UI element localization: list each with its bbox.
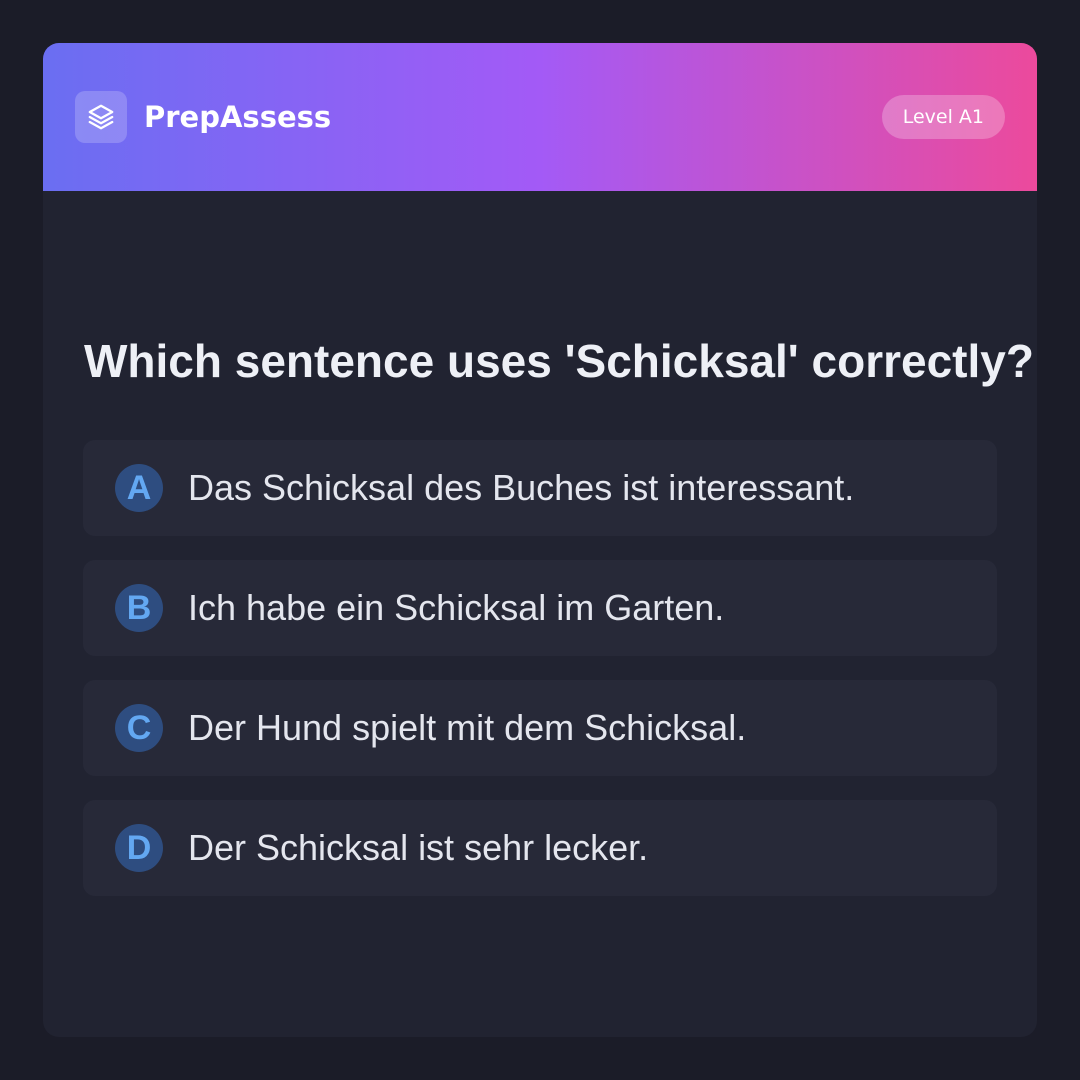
option-text: Das Schicksal des Buches ist interessant…	[188, 467, 855, 508]
option-a[interactable]: A Das Schicksal des Buches ist interessa…	[83, 440, 997, 536]
question-text: Which sentence uses 'Schicksal' correctl…	[84, 335, 1034, 387]
option-text: Der Schicksal ist sehr lecker.	[188, 827, 649, 868]
option-letter-badge: D	[115, 824, 163, 872]
quiz-card: PrepAssess Level A1 Which sentence uses …	[43, 43, 1037, 1037]
option-b[interactable]: B Ich habe ein Schicksal im Garten.	[83, 560, 997, 656]
option-letter-badge: A	[115, 464, 163, 512]
logo	[75, 91, 127, 143]
answer-options: A Das Schicksal des Buches ist interessa…	[83, 440, 997, 920]
app-header: PrepAssess Level A1	[43, 43, 1037, 191]
brand-name: PrepAssess	[144, 100, 332, 134]
layers-icon	[88, 104, 114, 130]
option-d[interactable]: D Der Schicksal ist sehr lecker.	[83, 800, 997, 896]
option-letter-badge: B	[115, 584, 163, 632]
option-text: Der Hund spielt mit dem Schicksal.	[188, 707, 747, 748]
option-c[interactable]: C Der Hund spielt mit dem Schicksal.	[83, 680, 997, 776]
option-letter-badge: C	[115, 704, 163, 752]
option-text: Ich habe ein Schicksal im Garten.	[188, 587, 725, 628]
level-badge: Level A1	[881, 95, 1005, 139]
